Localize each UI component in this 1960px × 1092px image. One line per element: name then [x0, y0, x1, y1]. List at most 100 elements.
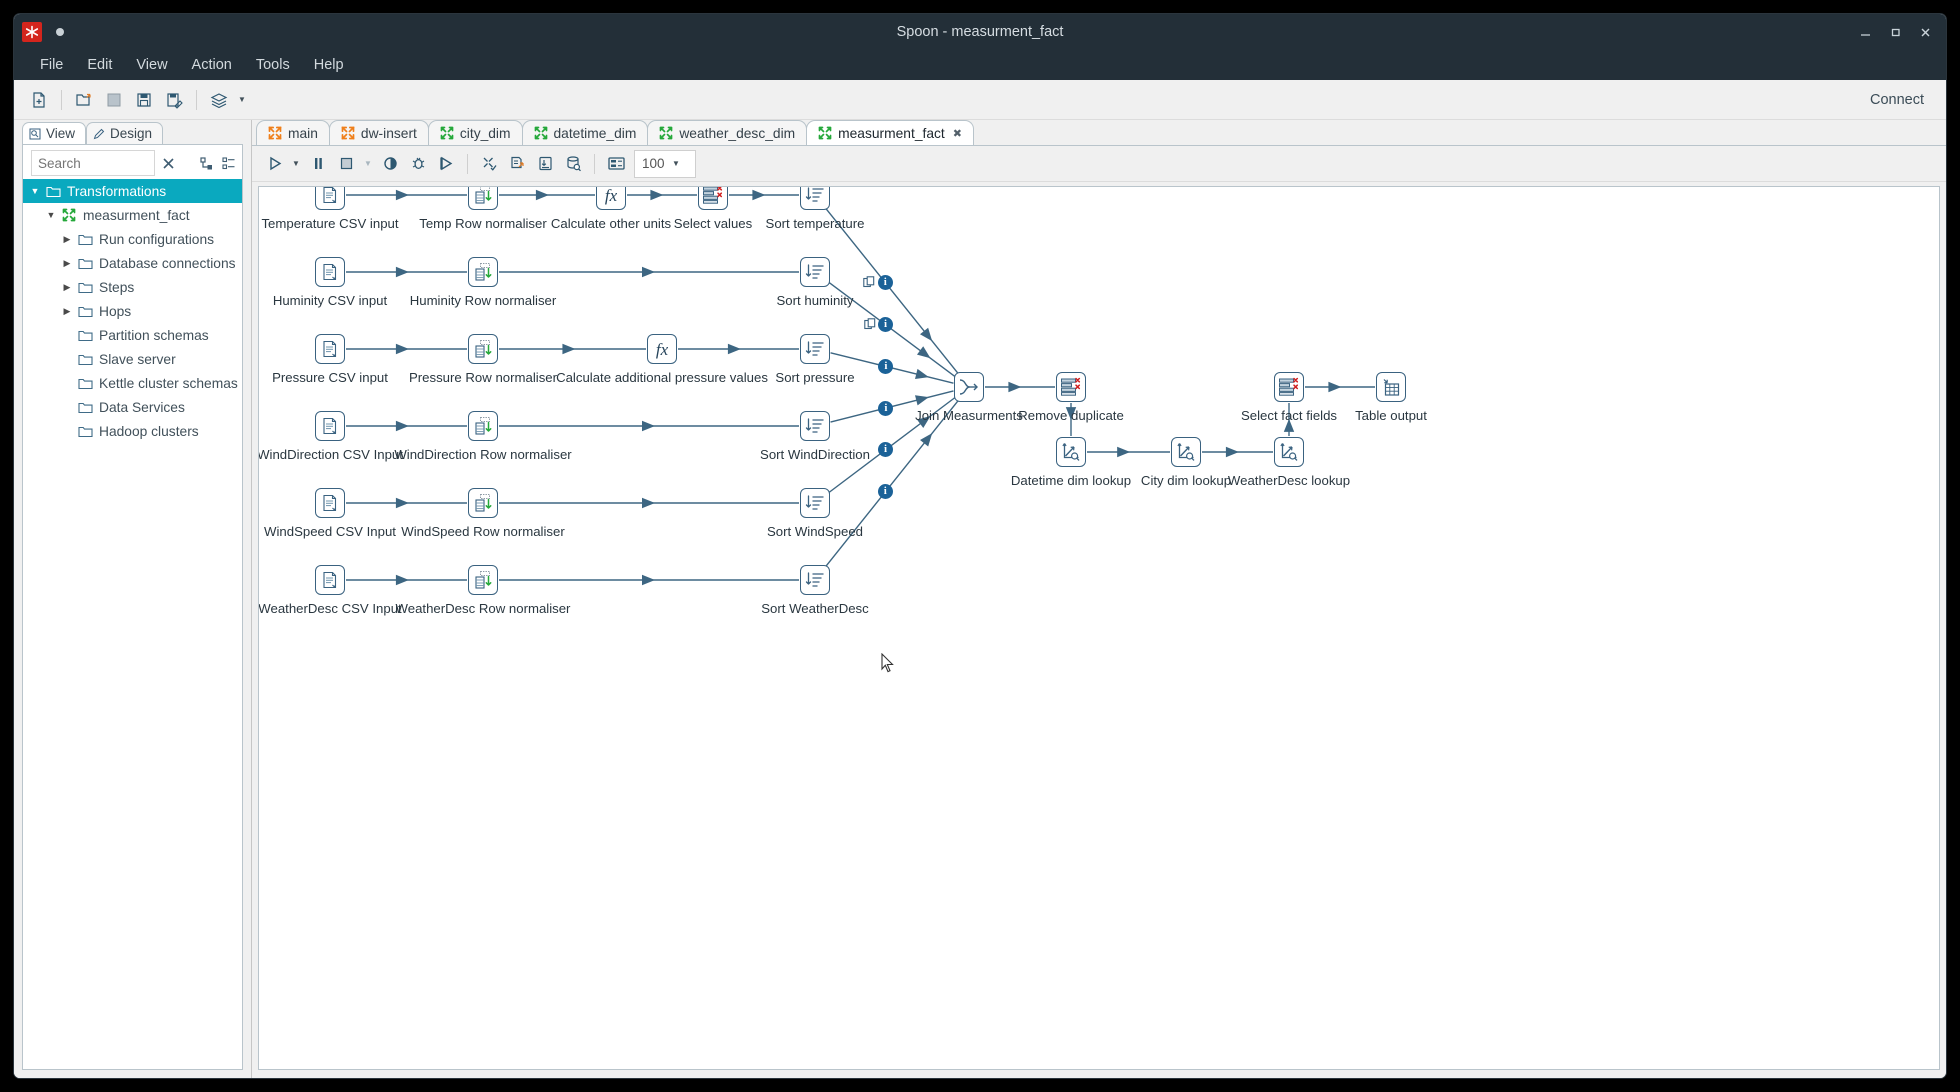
menu-tools[interactable]: Tools — [244, 55, 302, 75]
step-node-calc-units[interactable]: fx Calculate other units — [551, 187, 671, 231]
editor-tab-dw-insert[interactable]: dw-insert — [328, 120, 429, 145]
tree-item-hops[interactable]: ▶ Hops — [23, 299, 242, 323]
hop-calc-units-to-select-values[interactable] — [627, 189, 697, 201]
menu-file[interactable]: File — [28, 55, 75, 75]
transformations-tree[interactable]: ▼ Transformations ▼ measurment_fact ▶ Run con… — [23, 179, 242, 1069]
step-node-hum-norm[interactable]: Huminity Row normaliser — [410, 257, 556, 308]
search-input[interactable] — [31, 150, 155, 176]
twisty-collapsed-icon[interactable]: ▶ — [59, 258, 75, 269]
hop-wdir-norm-to-sort-wdir[interactable] — [499, 420, 799, 432]
explore-repository-icon[interactable] — [99, 85, 129, 115]
maximize-button[interactable] — [1880, 14, 1910, 50]
hop-hum-norm-to-sort-hum[interactable] — [499, 266, 799, 278]
menu-help[interactable]: Help — [302, 55, 356, 75]
editor-tab-measurment-fact[interactable]: measurment_fact ✖ — [806, 120, 974, 145]
pause-icon[interactable] — [304, 150, 332, 178]
step-node-wspd-csv[interactable]: WindSpeed CSV Input — [264, 488, 396, 539]
hop-copy-icon[interactable] — [863, 317, 878, 337]
tree-item-hadoop-clusters[interactable]: Hadoop clusters — [23, 419, 242, 443]
step-node-sort-hum[interactable]: Sort huminity — [777, 257, 853, 308]
debug-icon[interactable] — [404, 150, 432, 178]
step-node-wdesc-csv[interactable]: WeatherDesc CSV Input — [259, 565, 402, 616]
step-node-select-fact[interactable]: Select fact fields — [1241, 372, 1337, 423]
twisty-expanded-icon[interactable]: ▼ — [43, 210, 59, 220]
tree-item-transformations[interactable]: ▼ Transformations — [23, 179, 242, 203]
step-node-sort-wdir[interactable]: Sort WindDirection — [760, 411, 870, 462]
tree-item-run-configurations[interactable]: ▶ Run configurations — [23, 227, 242, 251]
toolbar-dropdown-caret[interactable]: ▼ — [234, 95, 250, 104]
step-node-wdir-norm[interactable]: WindDirection Row normaliser — [394, 411, 572, 462]
replay-icon[interactable] — [432, 150, 460, 178]
hop-sort-temp-to-join[interactable] — [824, 207, 960, 375]
tree-item-measurment-fact[interactable]: ▼ measurment_fact — [23, 203, 242, 227]
tree-item-steps[interactable]: ▶ Steps — [23, 275, 242, 299]
editor-tab-main[interactable]: main — [256, 120, 330, 145]
hop-info-badge[interactable]: i — [877, 275, 893, 291]
hop-temp-csv-to-temp-norm[interactable] — [346, 189, 467, 201]
hop-pres-norm-to-calc-pres[interactable] — [499, 343, 646, 355]
tree-item-slave-server[interactable]: Slave server — [23, 347, 242, 371]
step-node-join[interactable]: Join Measurments — [915, 372, 1023, 423]
hop-calc-pres-to-sort-pres[interactable] — [678, 343, 799, 355]
clear-search-icon[interactable] — [161, 151, 177, 175]
hop-wdir-csv-to-wdir-norm[interactable] — [346, 420, 467, 432]
save-as-icon[interactable] — [159, 85, 189, 115]
step-node-dt-lookup[interactable]: Datetime dim lookup — [1011, 437, 1131, 488]
editor-tab-datetime-dim[interactable]: datetime_dim — [521, 120, 649, 145]
tree-item-kettle-cluster-schemas[interactable]: Kettle cluster schemas — [23, 371, 242, 395]
editor-tab-city-dim[interactable]: city_dim — [427, 120, 523, 145]
zoom-level-combo[interactable]: 100 ▼ — [634, 149, 696, 178]
sidebar-tab-view[interactable]: View — [22, 122, 87, 144]
connect-button[interactable]: Connect — [1870, 92, 1924, 108]
run-icon[interactable] — [260, 150, 288, 178]
hop-copy-icon[interactable] — [863, 275, 877, 295]
run-options-caret[interactable]: ▼ — [288, 159, 304, 168]
hop-wspd-norm-to-sort-wspd[interactable] — [499, 497, 799, 509]
step-node-calc-pres[interactable]: fx Calculate additional pressure values — [556, 334, 768, 385]
zoom-chevron-down-icon[interactable]: ▼ — [668, 159, 684, 168]
twisty-collapsed-icon[interactable]: ▶ — [59, 306, 75, 317]
hop-select-fact-to-table-out[interactable] — [1305, 381, 1375, 393]
tree-item-partition-schemas[interactable]: Partition schemas — [23, 323, 242, 347]
step-node-sort-temp[interactable]: Sort temperature — [766, 187, 864, 231]
hop-sort-wdesc-to-join[interactable] — [824, 399, 960, 568]
close-button[interactable] — [1910, 14, 1940, 50]
stop-icon[interactable] — [332, 150, 360, 178]
step-node-temp-csv[interactable]: Temperature CSV input — [261, 187, 399, 231]
sidebar-tab-design[interactable]: Design — [86, 122, 164, 144]
analyse-impact-icon[interactable] — [503, 150, 531, 178]
hop-wdesc-norm-to-sort-wdesc[interactable] — [499, 574, 799, 586]
tree-item-data-services[interactable]: Data Services — [23, 395, 242, 419]
step-node-table-out[interactable]: Table output — [1355, 372, 1427, 423]
menu-action[interactable]: Action — [180, 55, 244, 75]
get-sql-icon[interactable] — [531, 150, 559, 178]
hop-wspd-csv-to-wspd-norm[interactable] — [346, 497, 467, 509]
step-node-pres-norm[interactable]: Pressure Row normaliser — [409, 334, 557, 385]
step-node-sort-pres[interactable]: Sort pressure — [775, 334, 855, 385]
hop-temp-norm-to-calc-units[interactable] — [499, 189, 595, 201]
collapse-all-icon[interactable] — [199, 151, 215, 175]
step-node-wdir-csv[interactable]: WindDirection CSV Input — [259, 411, 403, 462]
step-node-wspd-norm[interactable]: WindSpeed Row normaliser — [401, 488, 565, 539]
editor-tab-close-icon[interactable]: ✖ — [953, 127, 962, 140]
hop-hum-csv-to-hum-norm[interactable] — [346, 266, 467, 278]
preview-icon[interactable] — [376, 150, 404, 178]
hop-select-values-to-sort-temp[interactable] — [729, 189, 799, 201]
canvas-vertical-scrollbar[interactable] — [1926, 188, 1938, 1068]
layers-icon[interactable] — [204, 85, 234, 115]
transformation-canvas[interactable]: Temperature CSV input Temp Row normaliser… — [258, 186, 1940, 1070]
step-node-sort-wspd[interactable]: Sort WindSpeed — [767, 488, 863, 539]
step-node-remove-dup[interactable]: Remove duplicate — [1018, 372, 1124, 423]
hop-pres-csv-to-pres-norm[interactable] — [346, 343, 467, 355]
twisty-collapsed-icon[interactable]: ▶ — [59, 282, 75, 293]
step-node-hum-csv[interactable]: Huminity CSV input — [273, 257, 387, 308]
stop-options-caret[interactable]: ▼ — [360, 159, 376, 168]
save-icon[interactable] — [129, 85, 159, 115]
hop-dt-lookup-to-city-lookup[interactable] — [1087, 446, 1170, 458]
step-node-sort-wdesc[interactable]: Sort WeatherDesc — [761, 565, 869, 616]
hop-city-lookup-to-wdesc-lookup[interactable] — [1202, 446, 1273, 458]
hop-wdesc-csv-to-wdesc-norm[interactable] — [346, 574, 467, 586]
menu-view[interactable]: View — [124, 55, 179, 75]
new-file-icon[interactable] — [24, 85, 54, 115]
menu-edit[interactable]: Edit — [75, 55, 124, 75]
